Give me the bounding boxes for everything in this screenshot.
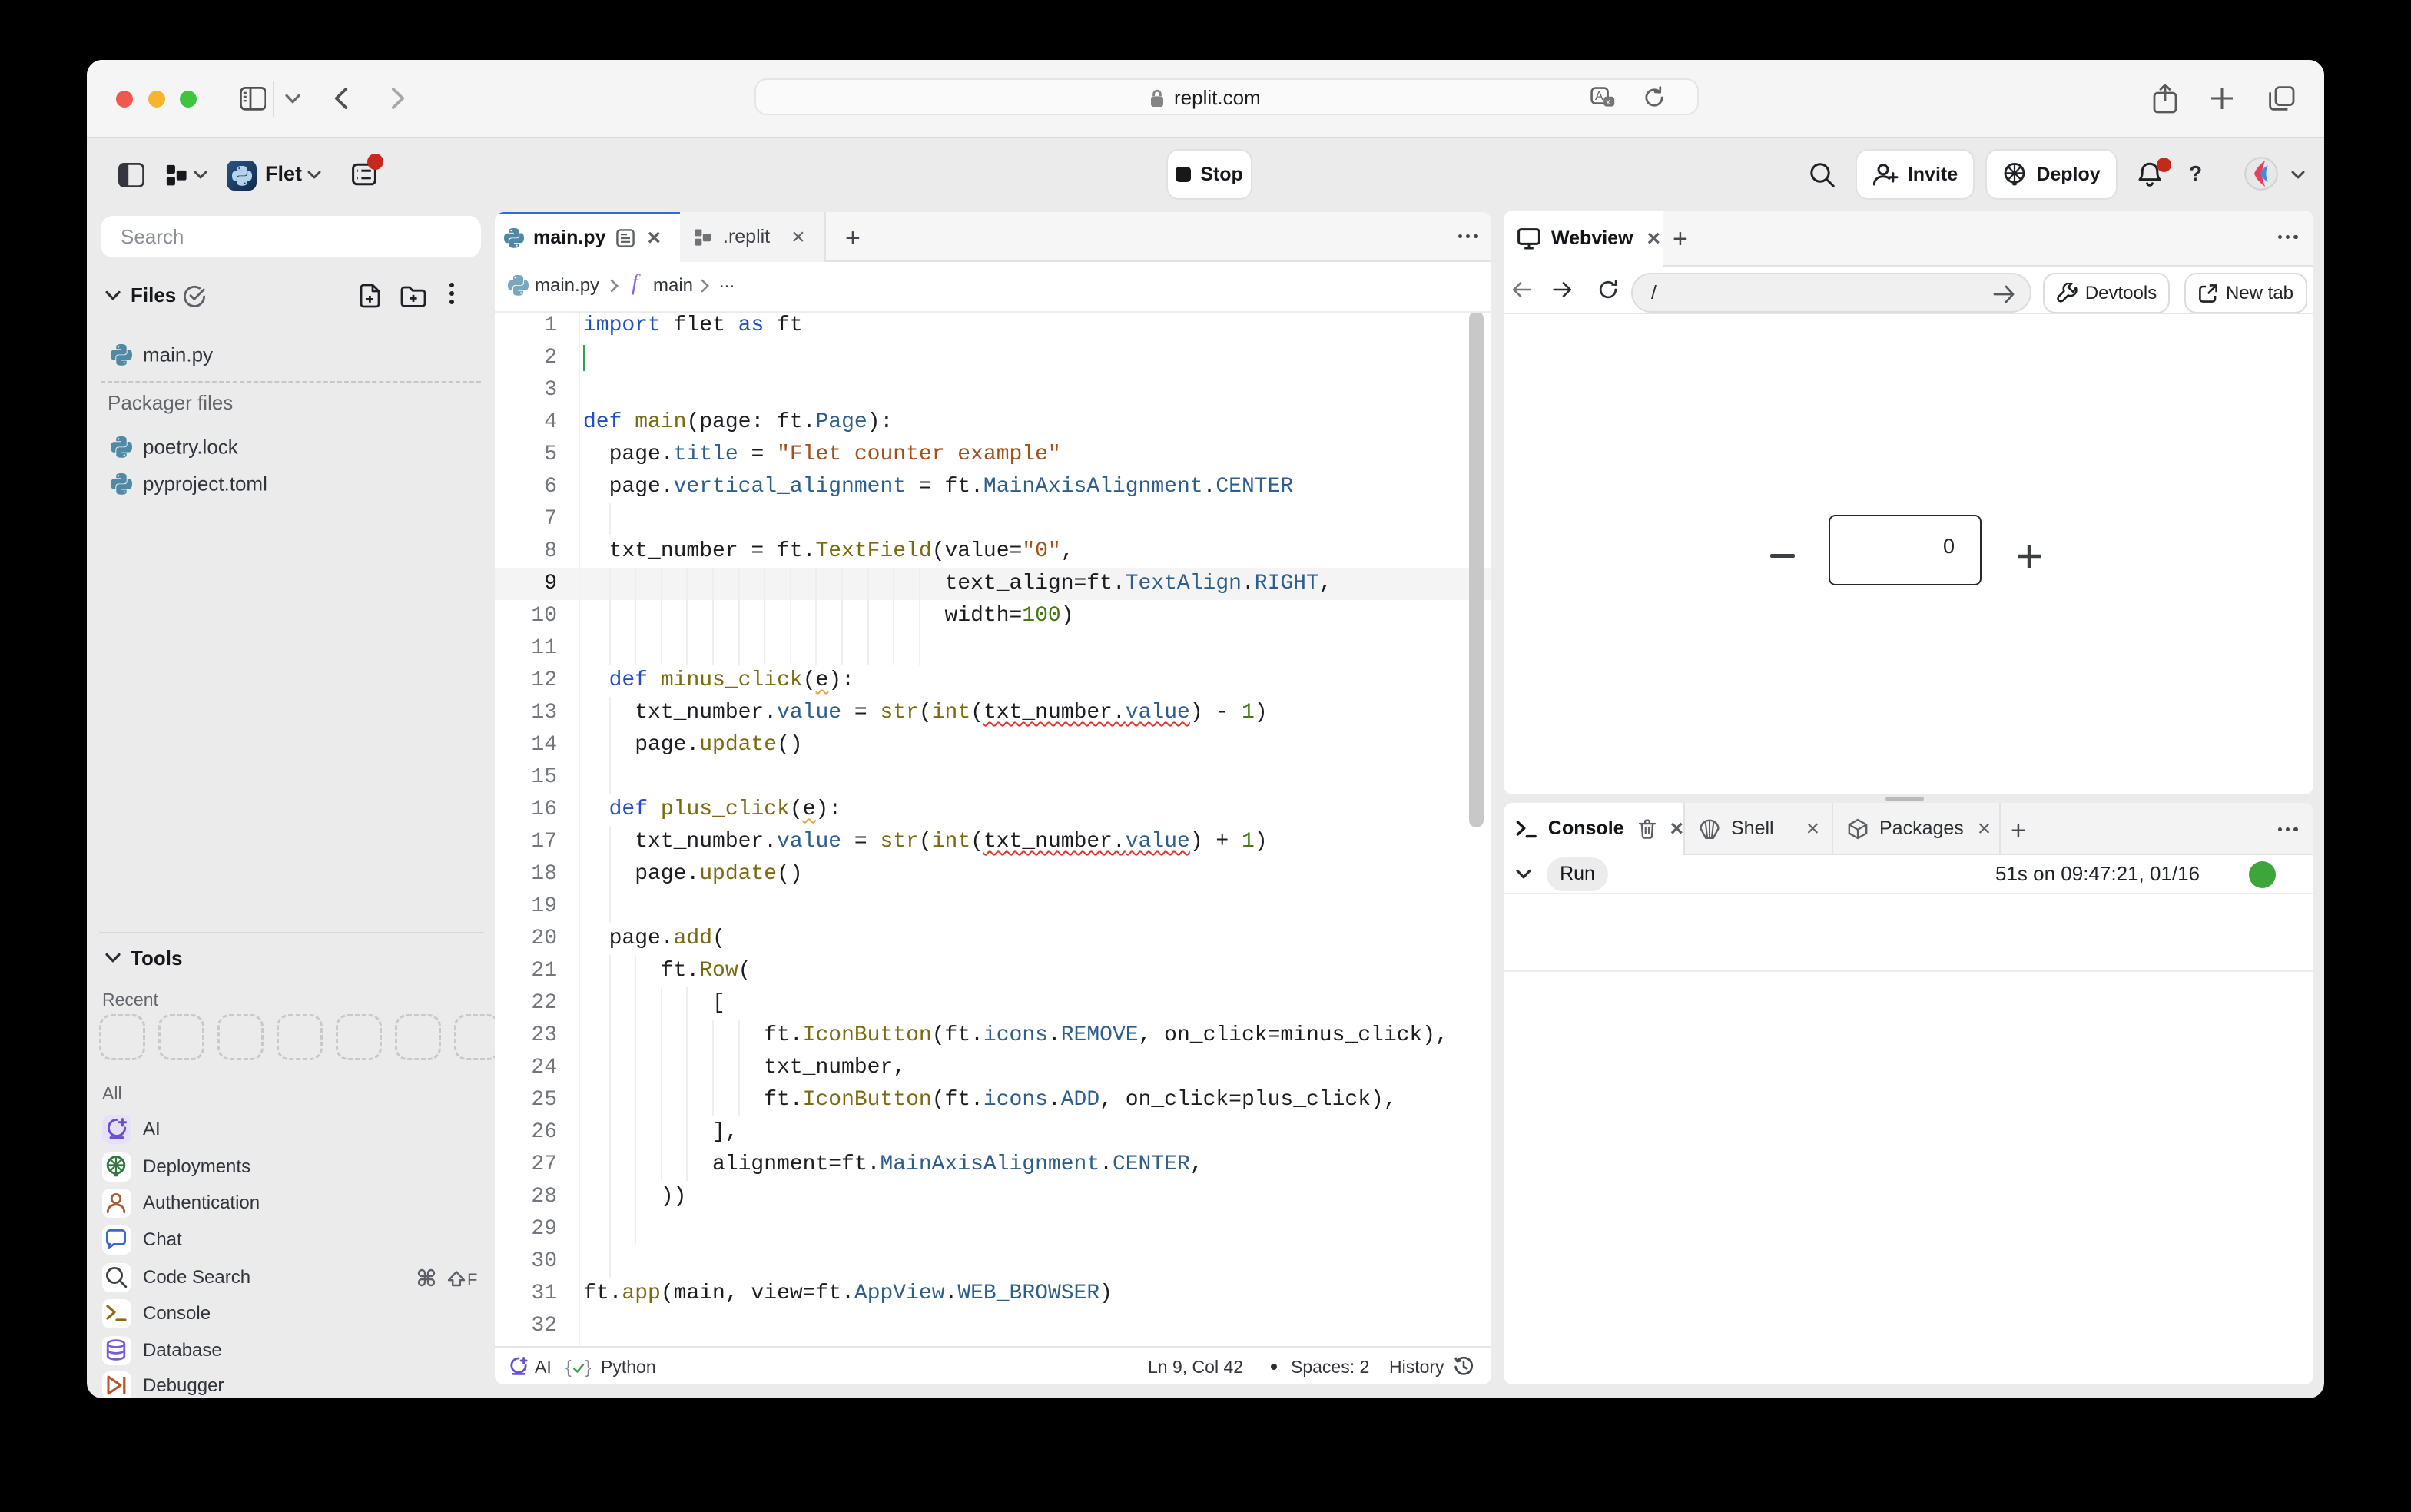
svg-text:A: A <box>1595 90 1603 103</box>
svg-text:F: F <box>467 1270 477 1288</box>
svg-text:x: x <box>1606 98 1610 107</box>
